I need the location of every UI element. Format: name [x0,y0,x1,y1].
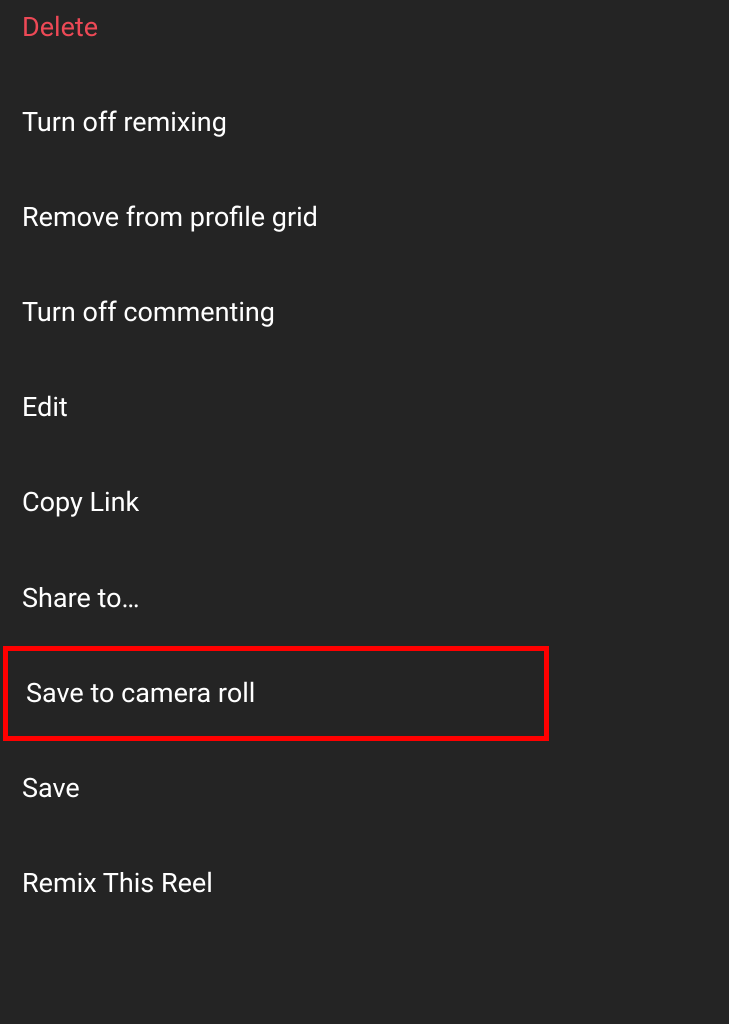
menu-item-remove-from-profile-grid[interactable]: Remove from profile grid [0,170,729,265]
menu-item-delete[interactable]: Delete [0,0,729,75]
menu-item-edit[interactable]: Edit [0,360,729,455]
menu-item-turn-off-remixing[interactable]: Turn off remixing [0,75,729,170]
menu-item-save-to-camera-roll[interactable]: Save to camera roll [26,676,526,711]
menu-item-remix-this-reel[interactable]: Remix This Reel [0,836,729,931]
action-menu: Delete Turn off remixing Remove from pro… [0,0,729,931]
menu-item-copy-link[interactable]: Copy Link [0,455,729,550]
highlight-annotation: Save to camera roll [3,646,549,741]
menu-item-share-to[interactable]: Share to… [0,551,729,646]
menu-item-turn-off-commenting[interactable]: Turn off commenting [0,265,729,360]
menu-item-save[interactable]: Save [0,741,729,836]
